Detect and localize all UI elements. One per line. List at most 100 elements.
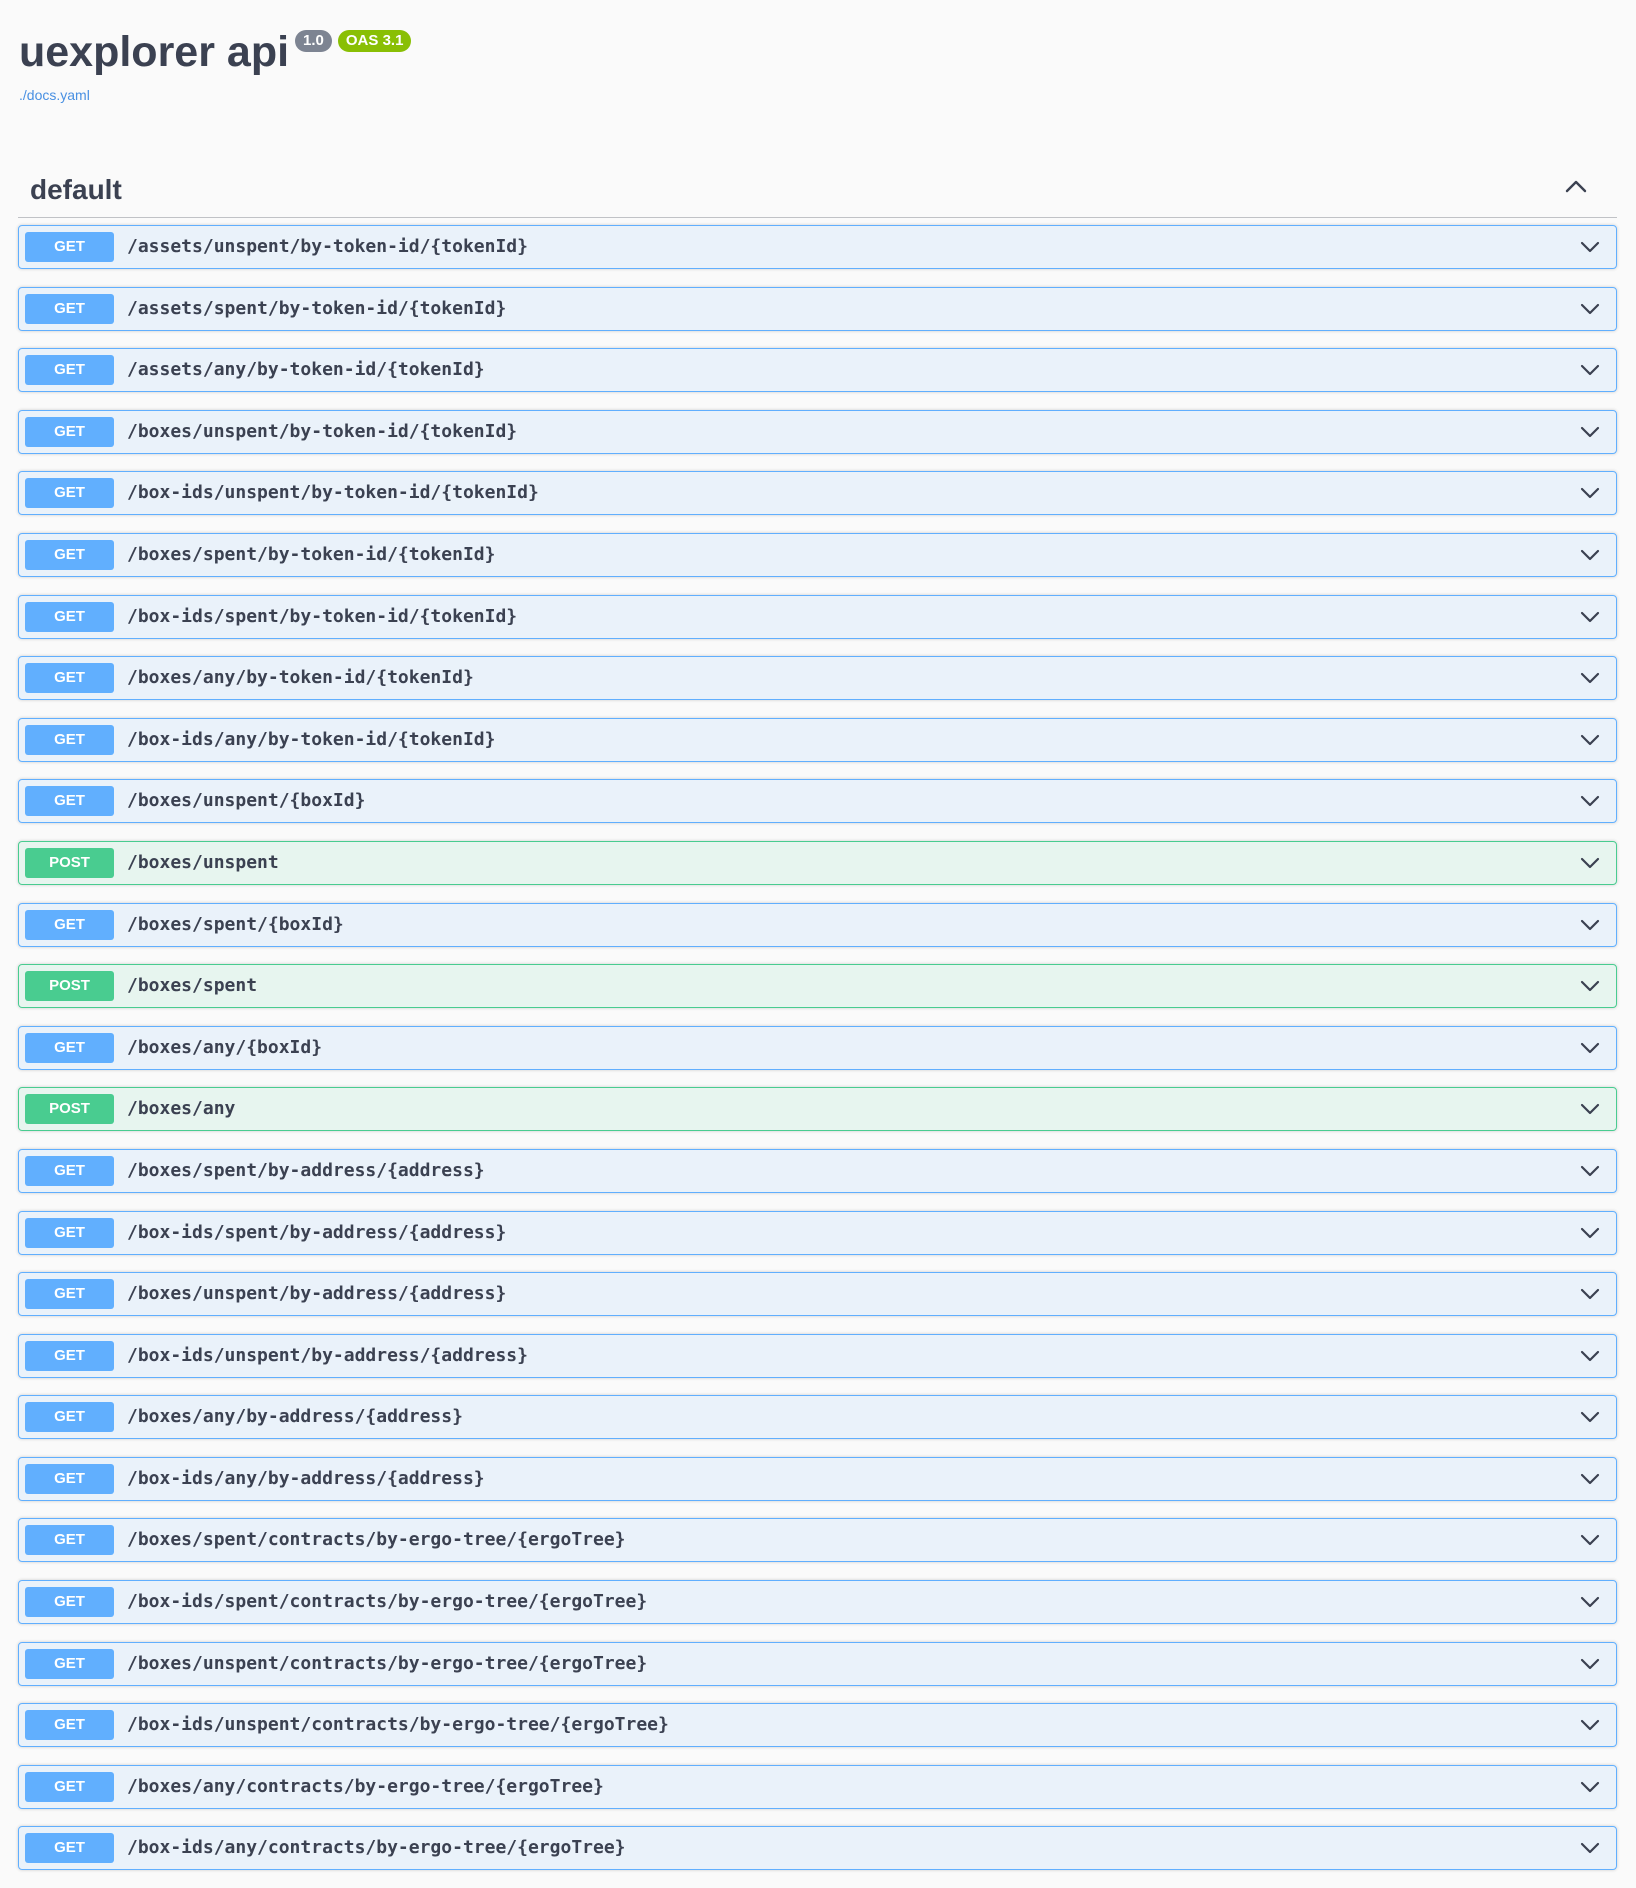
operation-path: /box-ids/unspent/by-token-id/{tokenId} [127, 482, 539, 504]
method-badge: GET [25, 663, 114, 694]
operation-post[interactable]: POST/boxes/spent [18, 964, 1617, 1009]
operation-get[interactable]: GET/boxes/spent/by-token-id/{tokenId} [18, 532, 1617, 577]
chevron-down-icon[interactable] [1578, 1714, 1602, 1736]
chevron-down-icon[interactable] [1578, 790, 1602, 812]
method-badge: GET [25, 416, 114, 447]
chevron-down-icon[interactable] [1578, 1345, 1602, 1367]
operation-path: /box-ids/any/by-address/{address} [127, 1467, 485, 1489]
method-badge: GET [25, 1032, 114, 1063]
operation-get[interactable]: GET/box-ids/spent/by-token-id/{tokenId} [18, 594, 1617, 639]
chevron-down-icon[interactable] [1578, 975, 1602, 997]
chevron-down-icon[interactable] [1578, 1468, 1602, 1490]
chevron-down-icon[interactable] [1578, 1776, 1602, 1798]
operation-get[interactable]: GET/boxes/any/by-address/{address} [18, 1395, 1617, 1440]
chevron-down-icon[interactable] [1578, 1653, 1602, 1675]
operation-get[interactable]: GET/box-ids/unspent/contracts/by-ergo-tr… [18, 1703, 1617, 1748]
operation-path: /box-ids/spent/by-address/{address} [127, 1221, 507, 1243]
chevron-down-icon[interactable] [1578, 1098, 1602, 1120]
operation-get[interactable]: GET/assets/spent/by-token-id/{tokenId} [18, 286, 1617, 331]
operation-path: /boxes/unspent/contracts/by-ergo-tree/{e… [127, 1652, 648, 1674]
operation-get[interactable]: GET/box-ids/unspent/by-token-id/{tokenId… [18, 471, 1617, 516]
operation-get[interactable]: GET/boxes/any/by-token-id/{tokenId} [18, 656, 1617, 701]
method-badge: GET [25, 1525, 114, 1556]
operation-get[interactable]: GET/box-ids/spent/contracts/by-ergo-tree… [18, 1580, 1617, 1625]
method-badge: GET [25, 1648, 114, 1679]
chevron-down-icon[interactable] [1578, 606, 1602, 628]
method-badge: GET [25, 232, 114, 262]
chevron-down-icon[interactable] [1578, 1037, 1602, 1059]
operation-get[interactable]: GET/boxes/unspent/by-address/{address} [18, 1272, 1617, 1317]
chevron-down-icon[interactable] [1578, 298, 1602, 320]
method-badge: GET [25, 724, 114, 755]
method-badge: GET [25, 1771, 114, 1802]
operation-get[interactable]: GET/box-ids/spent/by-address/{address} [18, 1210, 1617, 1255]
method-badge: GET [25, 293, 114, 324]
operation-get[interactable]: GET/assets/unspent/by-token-id/{tokenId} [18, 225, 1617, 269]
method-badge: GET [25, 1710, 114, 1741]
operation-path: /boxes/any [127, 1098, 236, 1120]
operation-path: /boxes/any/by-address/{address} [127, 1406, 463, 1428]
operation-path: /box-ids/any/by-token-id/{tokenId} [127, 728, 496, 750]
operation-get[interactable]: GET/boxes/any/{boxId} [18, 1025, 1617, 1070]
operation-post[interactable]: POST/boxes/any [18, 1087, 1617, 1132]
operation-get[interactable]: GET/boxes/spent/contracts/by-ergo-tree/{… [18, 1518, 1617, 1563]
method-badge: GET [25, 1155, 114, 1186]
operation-path: /box-ids/spent/by-token-id/{tokenId} [127, 605, 518, 627]
oas-version-badge: OAS 3.1 [337, 30, 412, 52]
operation-path: /boxes/spent [127, 975, 258, 997]
title-row: uexplorer api 1.0 OAS 3.1 [19, 24, 412, 80]
chevron-down-icon[interactable] [1578, 729, 1602, 751]
chevron-down-icon[interactable] [1578, 1160, 1602, 1182]
method-badge: GET [25, 1463, 114, 1494]
method-badge: GET [25, 478, 114, 509]
method-badge: GET [25, 909, 114, 940]
chevron-down-icon[interactable] [1578, 1591, 1602, 1613]
chevron-up-icon[interactable] [1561, 172, 1591, 202]
chevron-down-icon[interactable] [1578, 1222, 1602, 1244]
chevron-down-icon[interactable] [1578, 667, 1602, 689]
operation-get[interactable]: GET/boxes/spent/by-address/{address} [18, 1148, 1617, 1193]
chevron-down-icon[interactable] [1578, 421, 1602, 443]
method-badge: GET [25, 1402, 114, 1433]
method-badge: POST [25, 971, 114, 1002]
operation-path: /box-ids/unspent/contracts/by-ergo-tree/… [127, 1714, 669, 1736]
operation-path: /boxes/unspent/by-address/{address} [127, 1283, 507, 1305]
method-badge: GET [25, 539, 114, 570]
operation-get[interactable]: GET/box-ids/unspent/by-address/{address} [18, 1333, 1617, 1378]
method-badge: GET [25, 1340, 114, 1371]
method-badge: POST [25, 847, 114, 878]
method-badge: GET [25, 786, 114, 817]
chevron-down-icon[interactable] [1578, 914, 1602, 936]
operation-get[interactable]: GET/box-ids/any/contracts/by-ergo-tree/{… [18, 1826, 1617, 1871]
method-badge: GET [25, 355, 114, 386]
operation-get[interactable]: GET/boxes/unspent/by-token-id/{tokenId} [18, 409, 1617, 454]
operation-path: /box-ids/unspent/by-address/{address} [127, 1344, 528, 1366]
operation-path: /box-ids/any/contracts/by-ergo-tree/{erg… [127, 1837, 626, 1859]
chevron-down-icon[interactable] [1578, 482, 1602, 504]
operation-get[interactable]: GET/assets/any/by-token-id/{tokenId} [18, 348, 1617, 393]
operation-get[interactable]: GET/boxes/any/contracts/by-ergo-tree/{er… [18, 1764, 1617, 1809]
operation-path: /box-ids/spent/contracts/by-ergo-tree/{e… [127, 1591, 648, 1613]
method-badge: GET [25, 601, 114, 632]
api-title: uexplorer api [19, 28, 290, 76]
operation-path: /boxes/spent/by-address/{address} [127, 1159, 485, 1181]
chevron-down-icon[interactable] [1578, 852, 1602, 874]
chevron-down-icon[interactable] [1578, 1406, 1602, 1428]
chevron-down-icon[interactable] [1578, 1283, 1602, 1305]
operation-get[interactable]: GET/box-ids/any/by-token-id/{tokenId} [18, 717, 1617, 762]
operation-post[interactable]: POST/boxes/unspent [18, 840, 1617, 885]
chevron-down-icon[interactable] [1578, 544, 1602, 566]
operation-get[interactable]: GET/box-ids/any/by-address/{address} [18, 1456, 1617, 1501]
tag-section-header[interactable]: default [18, 160, 1617, 218]
operation-path: /boxes/spent/contracts/by-ergo-tree/{erg… [127, 1529, 626, 1551]
chevron-down-icon[interactable] [1578, 1529, 1602, 1551]
operation-path: /boxes/unspent [127, 851, 279, 873]
operation-path: /boxes/unspent/by-token-id/{tokenId} [127, 420, 518, 442]
operation-get[interactable]: GET/boxes/unspent/{boxId} [18, 779, 1617, 824]
operation-get[interactable]: GET/boxes/spent/{boxId} [18, 902, 1617, 947]
operation-get[interactable]: GET/boxes/unspent/contracts/by-ergo-tree… [18, 1641, 1617, 1686]
chevron-down-icon[interactable] [1578, 359, 1602, 381]
chevron-down-icon[interactable] [1578, 236, 1602, 258]
chevron-down-icon[interactable] [1578, 1837, 1602, 1859]
spec-url-link[interactable]: ./docs.yaml [19, 87, 90, 103]
